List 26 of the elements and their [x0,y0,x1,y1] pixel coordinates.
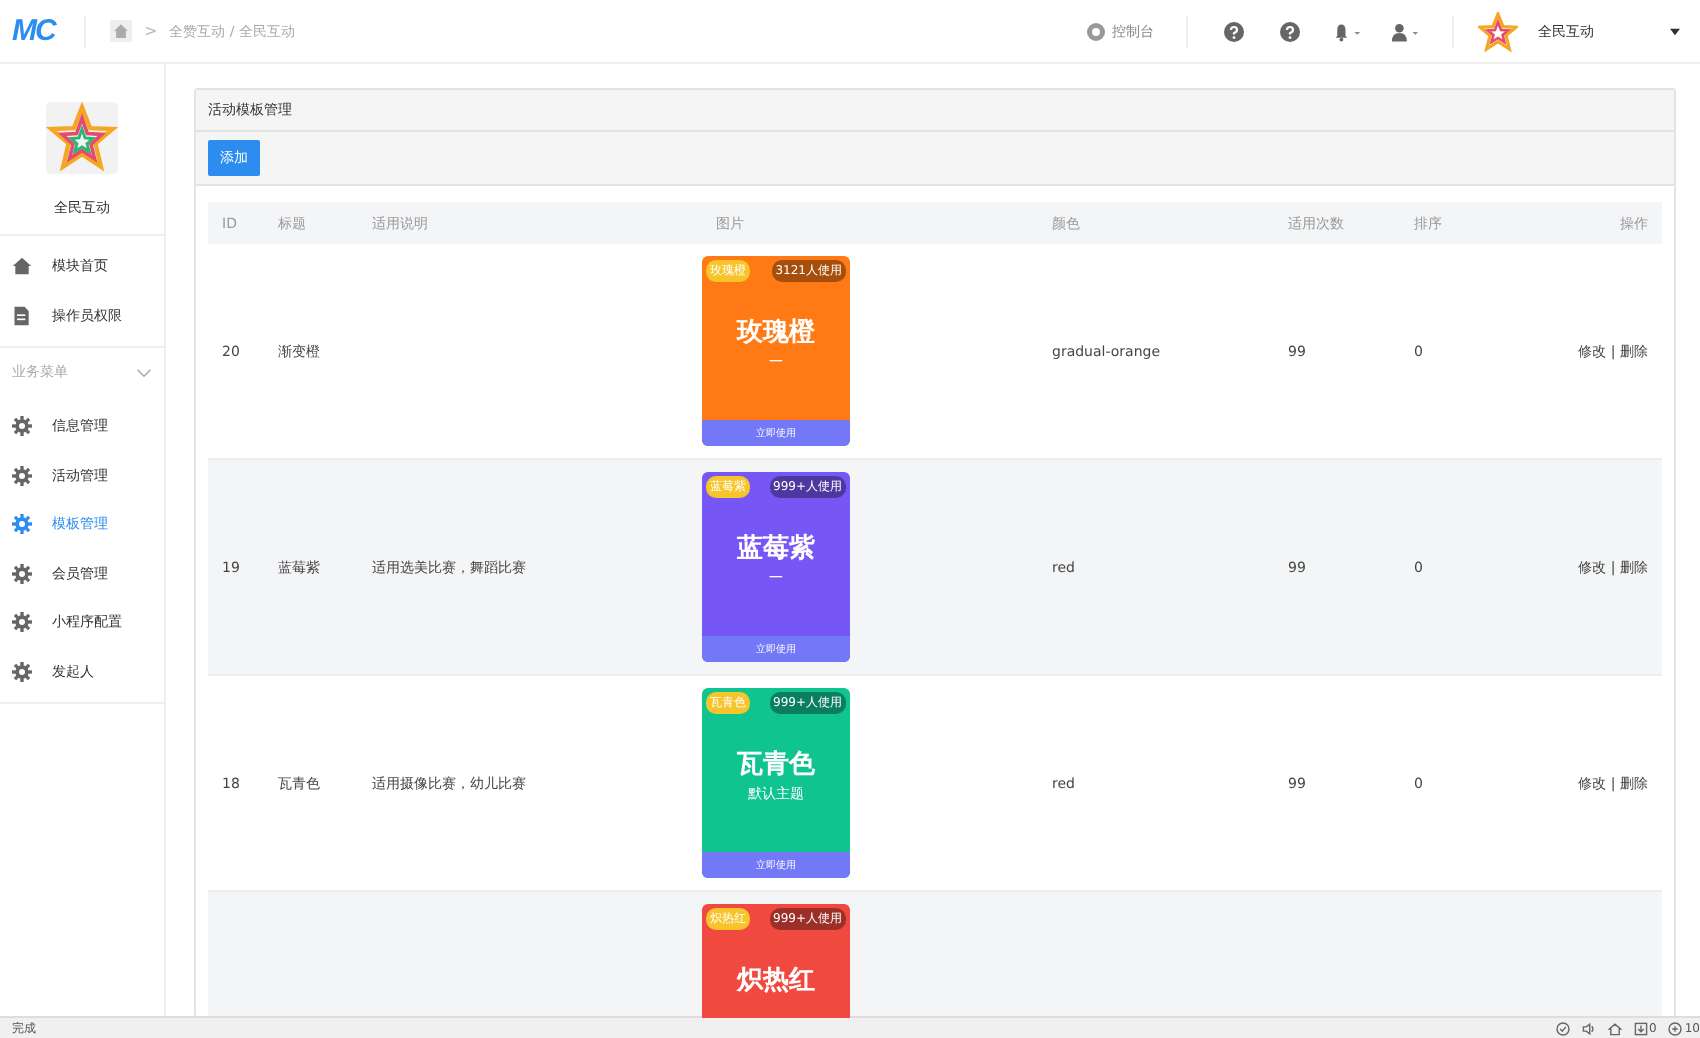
template-name: 玫瑰橙 [737,316,815,350]
caret-icon[interactable] [1670,27,1680,35]
help-icon[interactable] [1224,21,1244,41]
bell-icon[interactable] [1332,21,1362,41]
speaker-icon[interactable] [1581,1021,1596,1035]
gear-icon [12,612,32,633]
breadcrumb-separator: > [144,22,158,40]
document-icon [12,305,32,326]
dashboard-icon [1086,21,1106,41]
home-icon [12,256,32,277]
template-name: 瓦青色 [737,748,815,782]
template-name: 蓝莓紫 [737,531,815,566]
star-logo-icon[interactable] [1478,11,1518,51]
gear-icon [12,416,32,437]
zoom-icon[interactable] [1668,1021,1683,1035]
user-icon[interactable] [1390,21,1420,41]
download-icon[interactable] [1633,1021,1648,1035]
star-logo-icon [46,96,118,180]
chevron-icon [136,367,152,377]
template-name: 炽热红 [737,964,815,998]
house-icon[interactable] [1607,1021,1622,1035]
gear-icon [12,661,32,682]
gear-icon [12,514,32,535]
help-icon[interactable] [1280,21,1300,41]
gear-icon [12,563,32,584]
gear-icon [12,465,32,486]
